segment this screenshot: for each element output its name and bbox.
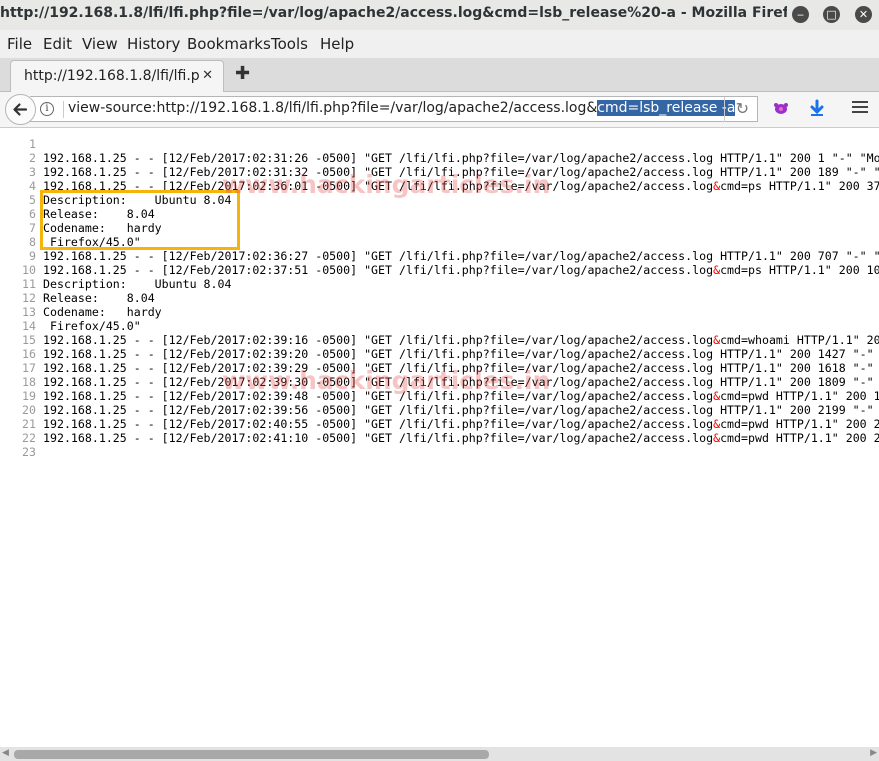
- back-button[interactable]: [5, 94, 36, 125]
- line-number: 7: [29, 221, 36, 235]
- line-text: 192.168.1.25 - - [12/Feb/2017:02:39:56 -…: [43, 403, 874, 417]
- tab-close-icon[interactable]: ✕: [202, 68, 213, 83]
- back-arrow-icon: [13, 103, 28, 116]
- navigation-bar: i view-source:http://192.168.1.8/lfi/lfi…: [0, 92, 879, 128]
- line-segment: Firefox/45.0": [43, 319, 141, 333]
- line-number: 20: [22, 403, 36, 417]
- menu-bookmarks[interactable]: Bookmarks: [187, 35, 271, 53]
- line-number: 15: [22, 333, 36, 347]
- line-text: 192.168.1.25 - - [12/Feb/2017:02:39:20 -…: [43, 347, 874, 361]
- line-number: 3: [29, 165, 36, 179]
- line-segment: 192.168.1.25 - - [12/Feb/2017:02:37:51 -…: [43, 263, 714, 277]
- line-number: 14: [22, 319, 36, 333]
- line-text: 192.168.1.25 - - [12/Feb/2017:02:37:51 -…: [43, 263, 879, 277]
- url-selected: cmd=lsb_release -a: [597, 100, 736, 116]
- scroll-right-icon[interactable]: ▶: [870, 748, 877, 758]
- line-segment: 192.168.1.25 - - [12/Feb/2017:02:36:27 -…: [43, 249, 879, 263]
- line-segment: cmd=whoami HTTP/1.1" 20: [720, 333, 879, 347]
- line-text: 192.168.1.25 - - [12/Feb/2017:02:41:10 -…: [43, 431, 879, 445]
- line-number: 9: [29, 249, 36, 263]
- line-segment: Release: 8.04: [43, 291, 155, 305]
- menu-tools[interactable]: Tools: [271, 35, 308, 53]
- url-text[interactable]: view-source:http://192.168.1.8/lfi/lfi.p…: [68, 100, 736, 116]
- line-number: 8: [29, 235, 36, 249]
- minimize-button[interactable]: ‒: [792, 6, 809, 23]
- download-icon[interactable]: [808, 99, 826, 122]
- horizontal-scrollbar[interactable]: ◀ ▶: [0, 747, 879, 761]
- line-number: 13: [22, 305, 36, 319]
- watermark: www.hackingarticles.in: [222, 170, 551, 199]
- line-segment: 192.168.1.25 - - [12/Feb/2017:02:39:16 -…: [43, 333, 714, 347]
- line-segment: cmd=ps HTTP/1.1" 200 10: [720, 263, 879, 277]
- line-segment: cmd=pwd HTTP/1.1" 200 1: [720, 389, 879, 403]
- info-icon[interactable]: i: [40, 102, 54, 116]
- line-number: 4: [29, 179, 36, 193]
- menu-edit[interactable]: Edit: [43, 35, 72, 53]
- line-segment: cmd=pwd HTTP/1.1" 200 2: [720, 431, 879, 445]
- line-number: 1: [29, 137, 36, 151]
- line-text: 192.168.1.25 - - [12/Feb/2017:02:36:27 -…: [43, 249, 879, 263]
- window-titlebar: http://192.168.1.8/lfi/lfi.php?file=/var…: [0, 0, 879, 30]
- line-text: 192.168.1.25 - - [12/Feb/2017:02:39:16 -…: [43, 333, 879, 347]
- line-segment: cmd=ps HTTP/1.1" 200 37: [720, 179, 879, 193]
- extension-icon[interactable]: [771, 99, 791, 122]
- window-title: http://192.168.1.8/lfi/lfi.php?file=/var…: [0, 5, 787, 21]
- line-number: 6: [29, 207, 36, 221]
- line-number: 18: [22, 375, 36, 389]
- line-number: 5: [29, 193, 36, 207]
- line-number: 19: [22, 389, 36, 403]
- new-tab-icon[interactable]: ✚: [235, 63, 250, 84]
- line-segment: Description: Ubuntu 8.04: [43, 277, 232, 291]
- line-text: Description: Ubuntu 8.04: [43, 277, 231, 291]
- line-number: 23: [22, 445, 36, 459]
- line-segment: cmd=pwd HTTP/1.1" 200 2: [720, 417, 879, 431]
- line-number: 12: [22, 291, 36, 305]
- line-segment: 192.168.1.25 - - [12/Feb/2017:02:39:20 -…: [43, 347, 874, 361]
- menu-view[interactable]: View: [82, 35, 118, 53]
- line-number: 10: [22, 263, 36, 277]
- url-bar[interactable]: i view-source:http://192.168.1.8/lfi/lfi…: [30, 96, 758, 122]
- line-number: 17: [22, 361, 36, 375]
- line-segment: 192.168.1.25 - - [12/Feb/2017:02:39:56 -…: [43, 403, 874, 417]
- menu-history[interactable]: History: [127, 35, 180, 53]
- url-separator: [63, 101, 64, 118]
- reload-icon[interactable]: ↻: [736, 99, 749, 118]
- menu-help[interactable]: Help: [320, 35, 354, 53]
- menu-file[interactable]: File: [7, 35, 32, 53]
- tab-label: http://192.168.1.8/lfi/lfi.p...: [24, 68, 199, 84]
- maximize-button[interactable]: □: [823, 6, 840, 23]
- line-text: Codename: hardy: [43, 305, 162, 319]
- line-text: 192.168.1.25 - - [12/Feb/2017:02:31:26 -…: [43, 151, 879, 165]
- line-segment: 192.168.1.25 - - [12/Feb/2017:02:40:55 -…: [43, 417, 714, 431]
- line-segment: 192.168.1.25 - - [12/Feb/2017:02:41:10 -…: [43, 431, 714, 445]
- tab-bar: http://192.168.1.8/lfi/lfi.p... ✕ ✚: [0, 58, 879, 92]
- line-number: 22: [22, 431, 36, 445]
- line-number: 2: [29, 151, 36, 165]
- line-number: 21: [22, 417, 36, 431]
- line-number: 11: [22, 277, 36, 291]
- close-window-button[interactable]: ✕: [855, 6, 872, 23]
- line-segment: 192.168.1.25 - - [12/Feb/2017:02:31:26 -…: [43, 151, 879, 165]
- scrollbar-thumb[interactable]: [14, 750, 489, 759]
- tab-lfi[interactable]: http://192.168.1.8/lfi/lfi.p... ✕: [10, 60, 224, 92]
- url-plain: view-source:http://192.168.1.8/lfi/lfi.p…: [68, 100, 598, 116]
- menubar: File Edit View History Bookmarks Tools H…: [0, 30, 879, 58]
- line-text: 192.168.1.25 - - [12/Feb/2017:02:40:55 -…: [43, 417, 879, 431]
- scroll-left-icon[interactable]: ◀: [2, 748, 9, 758]
- highlight-box: [40, 190, 240, 250]
- url-separator-right: [724, 97, 725, 122]
- line-number: 16: [22, 347, 36, 361]
- menu-icon[interactable]: [851, 99, 869, 120]
- line-text: Firefox/45.0": [43, 319, 141, 333]
- watermark: www.hackingarticles.in: [222, 366, 551, 395]
- line-segment: Codename: hardy: [43, 305, 162, 319]
- line-text: Release: 8.04: [43, 291, 155, 305]
